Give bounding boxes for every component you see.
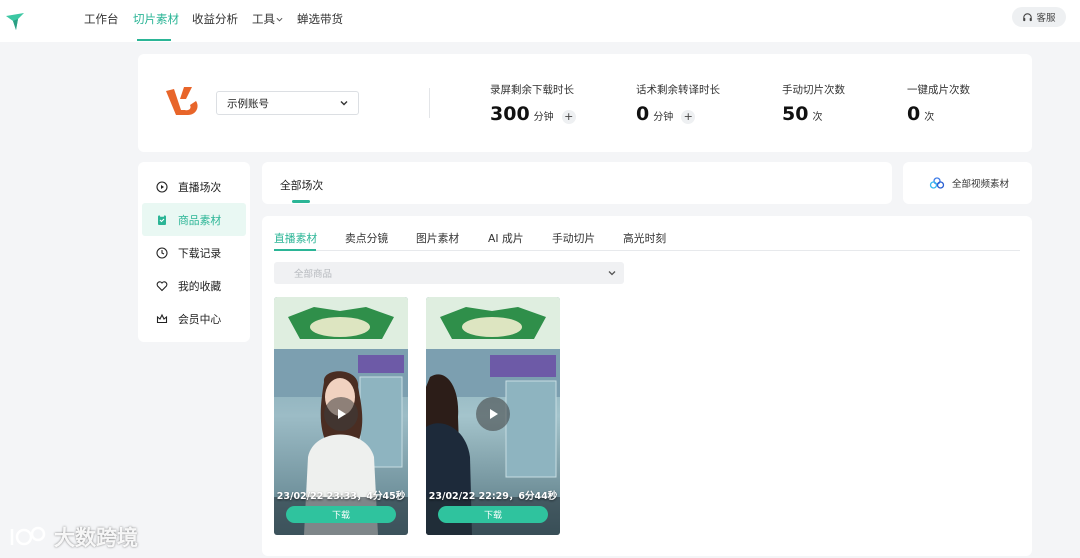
tab-divider — [274, 250, 1020, 251]
sidebar-item-label: 下载记录 — [178, 246, 222, 260]
download-button[interactable]: 下载 — [286, 506, 396, 523]
stat-unit: 次 — [924, 112, 935, 123]
all-video-material-button[interactable]: 全部视频素材 — [903, 162, 1032, 204]
material-panel: 直播素材 卖点分镜 图片素材 AI 成片 手动切片 高光时刻 全部商品 23/0… — [262, 216, 1032, 556]
nav-tools[interactable]: 工具 — [252, 11, 283, 27]
sidebar: 直播场次 商品素材 下载记录 我的收藏 会员中心 — [138, 162, 250, 342]
sidebar-item-label: 直播场次 — [178, 180, 222, 194]
video-card[interactable]: 23/02/22 23:33，4分45秒 下载 — [274, 297, 408, 535]
stat-value: 0 — [636, 103, 650, 125]
session-tab-bar: 全部场次 — [262, 162, 892, 204]
all-video-material-label: 全部视频素材 — [952, 179, 1010, 190]
account-summary-card: 示例账号 录屏剩余下载时长 300 分钟 + 话术剩余转译时长 0 分钟 + 手… — [138, 54, 1032, 152]
stat-unit: 分钟 — [533, 112, 554, 123]
add-duration-button[interactable]: + — [681, 109, 696, 124]
stat-value: 0 — [907, 103, 921, 125]
stat-one-click-count: 一键成片次数 0 次 — [907, 82, 970, 125]
tab-active-underline — [274, 249, 316, 251]
tab-ai-video[interactable]: AI 成片 — [488, 230, 524, 246]
product-filter-select[interactable]: 全部商品 — [274, 262, 624, 284]
stat-manual-slice-count: 手动切片次数 50 次 — [782, 82, 845, 125]
sidebar-item-product-material[interactable]: 商品素材 — [142, 203, 246, 236]
stat-label: 话术剩余转译时长 — [636, 84, 720, 96]
download-button[interactable]: 下载 — [438, 506, 548, 523]
divider — [429, 88, 430, 118]
watermark: 大数跨境 — [8, 522, 138, 552]
sidebar-item-label: 会员中心 — [178, 312, 222, 326]
stat-unit: 分钟 — [653, 112, 674, 123]
play-icon — [490, 409, 498, 419]
add-duration-button[interactable]: + — [561, 109, 576, 124]
customer-service-button[interactable]: 客服 — [1012, 7, 1066, 27]
play-circle-icon — [156, 180, 168, 193]
sidebar-item-download-records[interactable]: 下载记录 — [142, 236, 246, 269]
stat-unit: 次 — [812, 112, 823, 123]
chevron-down-icon — [276, 17, 283, 22]
watermark-logo-icon — [10, 526, 46, 546]
stat-value: 300 — [490, 103, 530, 125]
nav-revenue-analysis[interactable]: 收益分析 — [192, 11, 238, 27]
play-button[interactable] — [324, 397, 358, 431]
nav-chanxuan[interactable]: 蝉选带货 — [297, 11, 343, 27]
sidebar-item-member-center[interactable]: 会员中心 — [142, 302, 246, 335]
video-caption: 23/02/22 22:29，6分44秒 — [428, 491, 558, 502]
sidebar-item-live-sessions[interactable]: 直播场次 — [142, 170, 246, 203]
sidebar-item-favorites[interactable]: 我的收藏 — [142, 269, 246, 302]
tab-live-material[interactable]: 直播素材 — [274, 230, 317, 246]
video-card[interactable]: 23/02/22 22:29，6分44秒 下载 — [426, 297, 560, 535]
clock-icon — [156, 246, 168, 259]
watermark-text: 大数跨境 — [54, 526, 138, 550]
tab-highlights[interactable]: 高光时刻 — [623, 230, 666, 246]
product-filter-placeholder: 全部商品 — [294, 269, 333, 280]
tab-selling-point-shots[interactable]: 卖点分镜 — [345, 230, 388, 246]
nav-active-underline — [137, 39, 171, 41]
headset-icon — [1023, 12, 1033, 21]
account-name: 示例账号 — [227, 97, 269, 110]
stat-label: 录屏剩余下载时长 — [490, 84, 574, 96]
account-select[interactable]: 示例账号 — [216, 91, 359, 115]
cloud-icon — [929, 177, 945, 189]
brand-logo-icon[interactable] — [4, 10, 26, 32]
play-icon — [338, 409, 346, 419]
tab-manual-slice[interactable]: 手动切片 — [552, 230, 595, 246]
chevron-down-icon — [340, 101, 348, 106]
sidebar-item-label: 商品素材 — [178, 213, 222, 227]
nav-slice-material[interactable]: 切片素材 — [133, 11, 179, 27]
stat-label: 一键成片次数 — [907, 84, 970, 96]
video-caption: 23/02/22 23:33，4分45秒 — [276, 491, 406, 502]
chevron-down-icon — [608, 271, 616, 276]
session-tab-underline — [292, 200, 310, 203]
stat-script-transcribe-duration: 话术剩余转译时长 0 分钟 + — [636, 82, 720, 125]
nav-workbench[interactable]: 工作台 — [84, 11, 119, 27]
crown-icon — [156, 313, 168, 323]
nav-tools-label: 工具 — [252, 12, 275, 26]
sidebar-item-label: 我的收藏 — [178, 279, 222, 293]
customer-service-label: 客服 — [1036, 13, 1056, 24]
tab-all-sessions[interactable]: 全部场次 — [280, 177, 323, 193]
top-navbar: 工作台 切片素材 收益分析 工具 蝉选带货 客服 — [0, 0, 1080, 42]
clipboard-icon — [158, 214, 166, 225]
stat-value: 50 — [782, 103, 809, 125]
heart-icon — [156, 280, 168, 291]
tab-image-material[interactable]: 图片素材 — [416, 230, 459, 246]
account-avatar-logo-icon — [166, 87, 198, 115]
stat-screen-record-duration: 录屏剩余下载时长 300 分钟 + — [490, 82, 576, 125]
stat-label: 手动切片次数 — [782, 84, 845, 96]
play-button[interactable] — [476, 397, 510, 431]
